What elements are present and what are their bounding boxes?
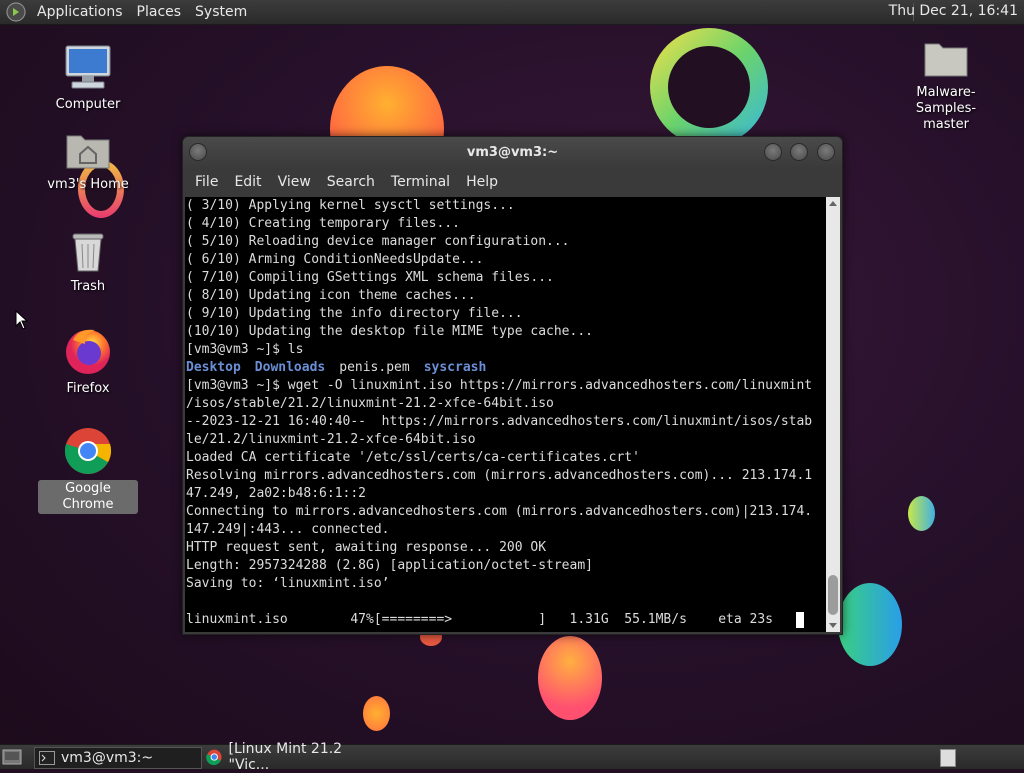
- close-button[interactable]: [817, 143, 835, 161]
- terminal-line: ( 5/10) Reloading device manager configu…: [186, 234, 570, 249]
- menu-terminal[interactable]: Terminal: [383, 174, 458, 190]
- desktop-icon-firefox[interactable]: Firefox: [38, 326, 138, 398]
- firefox-icon: [66, 329, 110, 374]
- wget-progress-line: linuxmint.iso 47%[========> ] 1.31G 55.1…: [185, 611, 826, 629]
- trash-icon: [72, 233, 104, 272]
- desktop-icon-label: Malware-Samples- master: [915, 85, 977, 132]
- terminal-line: /isos/stable/21.2/linuxmint-21.2-xfce-64…: [186, 396, 554, 411]
- terminal-line: 147.249|:443... connected.: [186, 522, 390, 537]
- desktop-icon-trash[interactable]: Trash: [38, 228, 138, 296]
- desktop-icon-label: Computer: [55, 97, 121, 112]
- scroll-down-icon[interactable]: [829, 623, 837, 628]
- computer-icon: [65, 45, 111, 89]
- wget-progress-text: linuxmint.iso 47%[========> ] 1.31G 55.1…: [186, 612, 797, 627]
- chrome-icon: [206, 749, 222, 766]
- terminal-scrollbar[interactable]: [826, 197, 840, 632]
- desktop-icon-malware-folder[interactable]: Malware-Samples- master: [886, 38, 1006, 134]
- text-cursor: [796, 611, 805, 628]
- terminal-line: (10/10) Updating the desktop file MIME t…: [186, 324, 593, 339]
- menu-search[interactable]: Search: [319, 174, 383, 190]
- desktop-icon-home[interactable]: vm3's Home: [38, 128, 138, 194]
- terminal-line: [vm3@vm3 ~]$ ls: [186, 342, 304, 357]
- show-desktop-icon[interactable]: [2, 748, 22, 766]
- terminal-output[interactable]: ( 3/10) Applying kernel sysctl settings.…: [185, 197, 826, 632]
- top-panel: Applications Places System Thu Dec 21, 1…: [0, 0, 1024, 25]
- terminal-line: Loaded CA certificate '/etc/ssl/certs/ca…: [186, 450, 640, 465]
- wallpaper-ring: [650, 28, 768, 146]
- menu-edit[interactable]: Edit: [226, 174, 269, 190]
- terminal-line: HTTP request sent, awaiting response... …: [186, 540, 547, 555]
- places-menu[interactable]: Places: [130, 4, 189, 20]
- terminal-icon: [39, 751, 55, 765]
- folder-icon: [924, 43, 968, 77]
- desktop-icon-label: Google Chrome: [38, 480, 138, 514]
- terminal-line: ( 3/10) Applying kernel sysctl settings.…: [186, 198, 515, 213]
- wallpaper-blue-blob: [838, 583, 902, 666]
- ls-entry-file: penis.pem: [339, 360, 410, 375]
- scroll-up-icon[interactable]: [829, 201, 837, 206]
- ls-entry-dir: Downloads: [254, 360, 326, 375]
- terminal-line: le/21.2/linuxmint-21.2-xfce-64bit.iso: [186, 432, 476, 447]
- terminal-line: Resolving mirrors.advancedhosters.com (m…: [186, 468, 813, 483]
- workspace-switcher[interactable]: [940, 749, 956, 767]
- taskbar-item-chrome[interactable]: [Linux Mint 21.2 "Vic...: [204, 741, 374, 773]
- menu-file[interactable]: File: [187, 174, 226, 190]
- terminal-line: --2023-12-21 16:40:40-- https://mirrors.…: [186, 414, 813, 429]
- desktop-icon-label: vm3's Home: [47, 177, 129, 192]
- terminal-window[interactable]: vm3@vm3:~ File Edit View Search Terminal…: [182, 136, 843, 635]
- bottom-panel: vm3@vm3:~ [Linux Mint 21.2 "Vic...: [0, 741, 1024, 773]
- terminal-line: [vm3@vm3 ~]$ wget -O linuxmint.iso https…: [186, 378, 813, 393]
- taskbar-item-label: [Linux Mint 21.2 "Vic...: [228, 741, 343, 773]
- ls-entry-dir: syscrash: [423, 360, 487, 375]
- maximize-button[interactable]: [790, 143, 808, 161]
- chrome-icon: [64, 428, 111, 474]
- desktop-icon-label: Firefox: [66, 381, 110, 396]
- menu-help[interactable]: Help: [458, 174, 506, 190]
- taskbar-item-label: vm3@vm3:~: [61, 750, 154, 766]
- ls-entry-dir: Desktop: [186, 360, 241, 375]
- menu-view[interactable]: View: [270, 174, 319, 190]
- terminal-menubar: File Edit View Search Terminal Help: [183, 168, 842, 196]
- terminal-line: ( 9/10) Updating the info directory file…: [186, 306, 523, 321]
- desktop-icon-computer[interactable]: Computer: [38, 44, 138, 114]
- scrollbar-thumb[interactable]: [828, 575, 838, 615]
- terminal-line: ( 4/10) Creating temporary files...: [186, 216, 460, 231]
- minimize-button[interactable]: [764, 143, 782, 161]
- mouse-pointer-icon: [15, 310, 29, 330]
- wallpaper-small-orange-blob: [363, 696, 390, 731]
- system-menu[interactable]: System: [188, 4, 254, 20]
- terminal-line: ( 8/10) Updating icon theme caches...: [186, 288, 476, 303]
- window-titlebar[interactable]: vm3@vm3:~: [183, 137, 842, 168]
- wallpaper-pink-blob: [538, 636, 602, 720]
- terminal-line: Saving to: ‘linuxmint.iso’: [186, 576, 390, 591]
- terminal-line: Connecting to mirrors.advancedhosters.co…: [186, 504, 813, 519]
- terminal-line: ( 6/10) Arming ConditionNeedsUpdate...: [186, 252, 484, 267]
- wallpaper-green-blob: [908, 496, 935, 531]
- terminal-line: Length: 2957324288 (2.8G) [application/o…: [186, 558, 593, 573]
- window-title: vm3@vm3:~: [466, 145, 559, 160]
- taskbar-item-terminal[interactable]: vm3@vm3:~: [34, 747, 202, 769]
- terminal-line: ( 7/10) Compiling GSettings XML schema f…: [186, 270, 554, 285]
- ls-output-line: Desktop Downloads penis.pem syscrash: [185, 359, 826, 377]
- home-folder-icon: [66, 135, 110, 169]
- desktop-icon-chrome[interactable]: Google Chrome: [38, 426, 138, 514]
- terminal-line: 47.249, 2a02:b48:6:1::2: [186, 486, 367, 501]
- mint-logo-icon[interactable]: [6, 2, 26, 22]
- desktop-icon-label: Trash: [70, 279, 106, 294]
- applications-menu[interactable]: Applications: [30, 4, 130, 20]
- clock[interactable]: Thu Dec 21, 16:41: [889, 3, 1018, 19]
